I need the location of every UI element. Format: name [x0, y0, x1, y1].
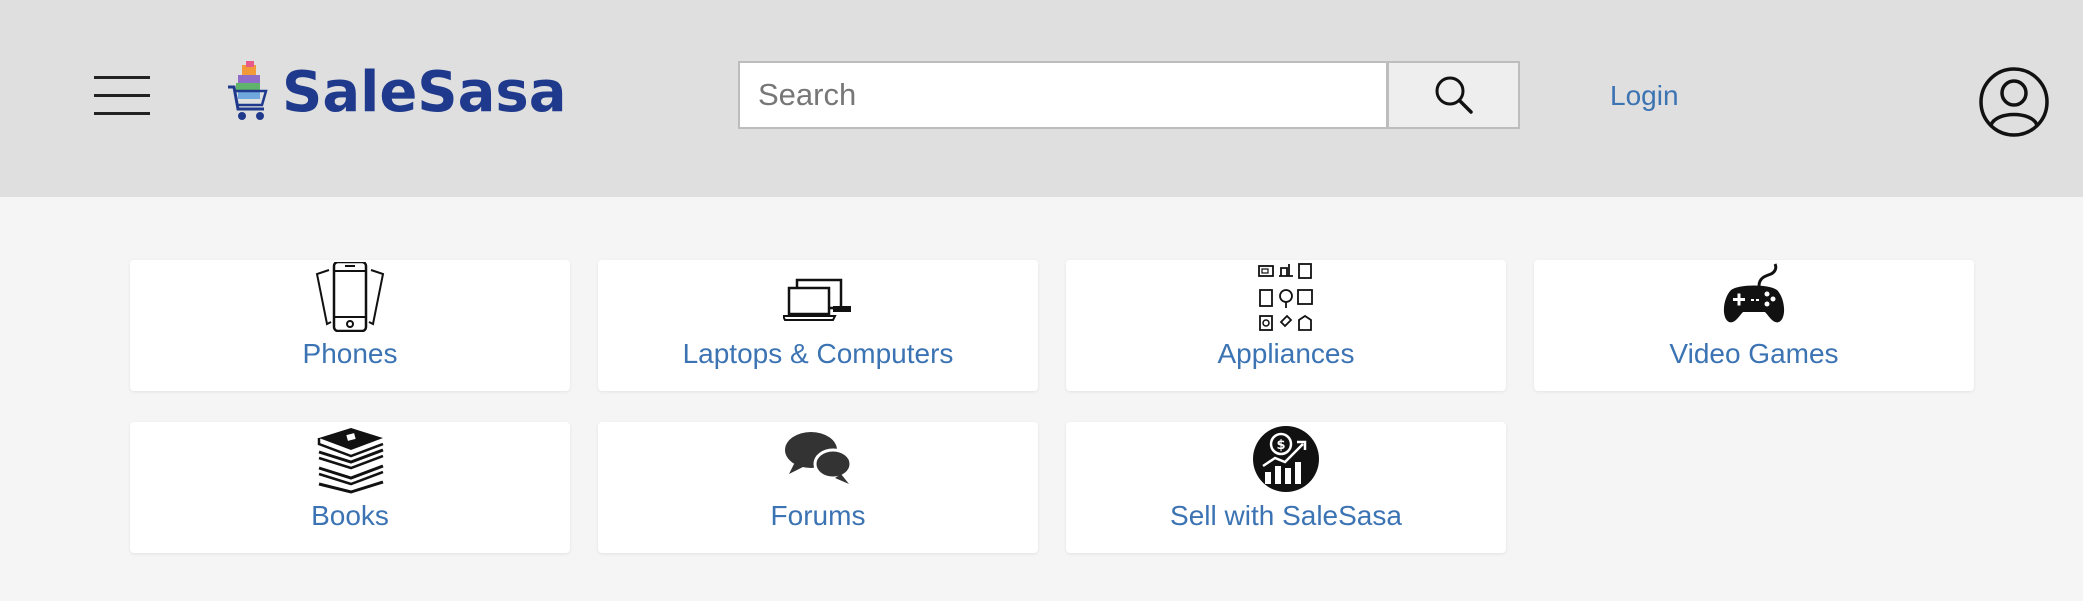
sell-growth-icon: $: [1253, 426, 1319, 492]
category-tile-forums[interactable]: Forums: [598, 422, 1038, 553]
category-label: Appliances: [1217, 338, 1355, 369]
category-tile-appliances[interactable]: Appliances: [1066, 260, 1506, 391]
category-tile-laptops[interactable]: Laptops & Computers: [598, 260, 1038, 391]
category-tile-books[interactable]: Books: [130, 422, 570, 553]
category-label: Laptops & Computers: [682, 338, 954, 369]
site-logo[interactable]: SaleSasa: [226, 60, 567, 126]
shopping-cart-logo-icon: [228, 61, 268, 120]
appliances-icon: [1258, 263, 1313, 331]
category-tile-video-games[interactable]: Video Games: [1534, 260, 1974, 391]
logo-text: SaleSasa: [282, 60, 567, 125]
svg-text:$: $: [1276, 438, 1285, 453]
category-label: Phones: [302, 338, 398, 369]
category-label: Books: [311, 500, 389, 531]
hamburger-menu-icon[interactable]: [94, 74, 150, 116]
chat-bubbles-icon: [785, 432, 853, 484]
phones-icon: [315, 262, 385, 332]
books-icon: [317, 428, 384, 494]
login-link[interactable]: Login: [1610, 80, 1679, 112]
category-tile-phones[interactable]: Phones: [130, 260, 570, 391]
user-account-icon[interactable]: [1978, 66, 2050, 138]
search-input[interactable]: [738, 61, 1388, 129]
search-icon: [1435, 76, 1473, 114]
category-tile-sell[interactable]: $ Sell with SaleSasa: [1066, 422, 1506, 553]
category-label: Video Games: [1669, 338, 1839, 369]
category-label: Forums: [770, 500, 866, 531]
top-header: SaleSasa Login: [0, 0, 2083, 197]
search-button[interactable]: [1388, 61, 1520, 129]
gamepad-icon: [1723, 263, 1785, 323]
laptops-icon: [783, 278, 851, 321]
category-label: Sell with SaleSasa: [1170, 500, 1402, 531]
